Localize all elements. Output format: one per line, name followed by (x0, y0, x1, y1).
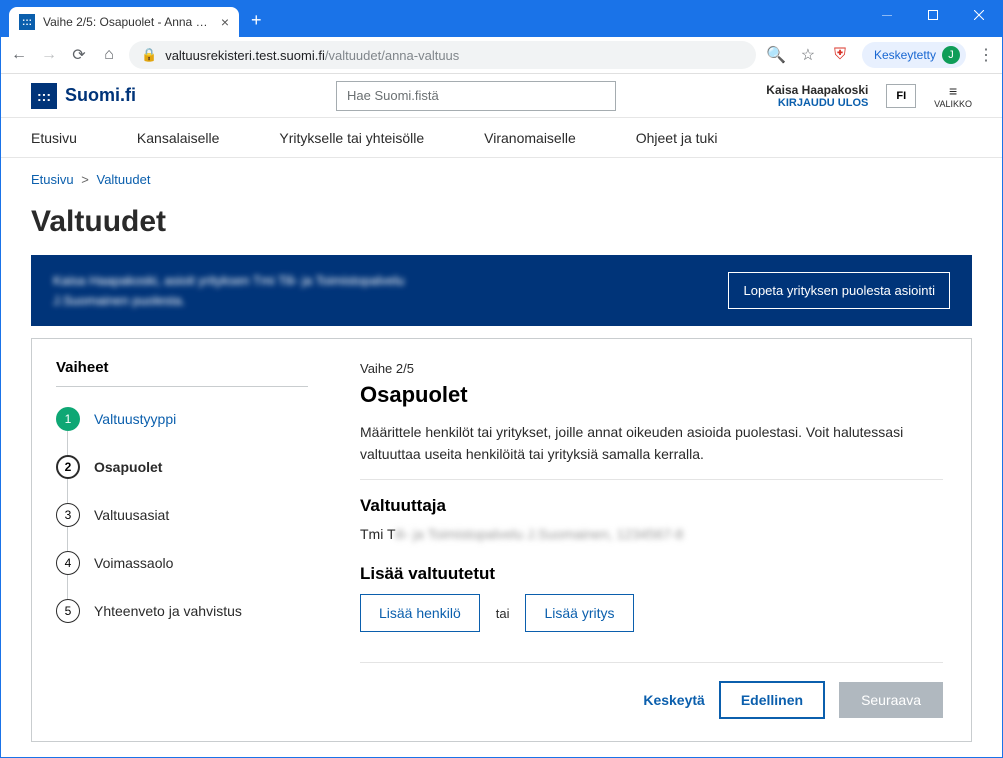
section-description: Määrittele henkilöt tai yritykset, joill… (360, 422, 943, 465)
address-bar[interactable]: 🔒 valtuusrekisteri.test.suomi.fi/valtuud… (129, 41, 756, 69)
user-name: Kaisa Haapakoski (766, 83, 868, 97)
logout-link[interactable]: KIRJAUDU ULOS (766, 97, 868, 109)
shield-icon[interactable]: ⛨ (830, 45, 850, 65)
step-2[interactable]: 2 Osapuolet (56, 455, 308, 479)
minimize-button[interactable] (864, 1, 910, 29)
nav-ohjeet[interactable]: Ohjeet ja tuki (636, 130, 718, 146)
step-5[interactable]: 5 Yhteenveto ja vahvistus (56, 599, 308, 623)
menu-button[interactable]: ≡ VALIKKO (934, 83, 972, 109)
add-company-button[interactable]: Lisää yritys (525, 594, 633, 632)
step-1[interactable]: 1 Valtuustyyppi (56, 407, 308, 431)
site-nav: Etusivu Kansalaiselle Yritykselle tai yh… (1, 118, 1002, 158)
user-block: Kaisa Haapakoski KIRJAUDU ULOS (766, 83, 868, 109)
logo-text: Suomi.fi (65, 85, 136, 106)
language-selector[interactable]: FI (886, 84, 916, 108)
reload-button[interactable]: ⟳ (69, 45, 89, 65)
zoom-icon[interactable]: 🔍 (766, 45, 786, 65)
search-placeholder: Hae Suomi.fistä (347, 88, 439, 103)
breadcrumb-current[interactable]: Valtuudet (96, 172, 150, 187)
lock-icon: 🔒 (141, 47, 157, 63)
section-title: Osapuolet (360, 382, 943, 408)
paused-label: Keskeytetty (874, 48, 936, 62)
cancel-button[interactable]: Keskeytä (643, 692, 705, 708)
url-path: /valtuudet/anna-valtuus (325, 48, 459, 63)
browser-window: ::: Vaihe 2/5: Osapuolet - Anna valt × +… (0, 0, 1003, 758)
nav-etusivu[interactable]: Etusivu (31, 130, 77, 146)
browser-tab[interactable]: ::: Vaihe 2/5: Osapuolet - Anna valt × (9, 7, 239, 37)
steps-column: Vaiheet 1 Valtuustyyppi 2 Osapuolet 3 Va… (32, 339, 332, 741)
acting-on-behalf-banner: Kaisa Haapakoski, asioit yrityksen Tmi T… (31, 255, 972, 326)
star-icon[interactable]: ☆ (798, 45, 818, 65)
url-bar: ← → ⟳ ⌂ 🔒 valtuusrekisteri.test.suomi.fi… (1, 37, 1002, 74)
previous-button[interactable]: Edellinen (719, 681, 825, 719)
browser-menu-button[interactable]: ⋮ (978, 45, 994, 65)
grantor-value: Tmi Tili- ja Toimistopalvelu J.Suomainen… (360, 526, 943, 542)
step-3[interactable]: 3 Valtuusasiat (56, 503, 308, 527)
divider (360, 479, 943, 480)
window-controls (864, 1, 1002, 29)
maximize-button[interactable] (910, 1, 956, 29)
page-viewport[interactable]: ::: Suomi.fi Hae Suomi.fistä Kaisa Haapa… (1, 74, 1002, 757)
step-indicator: Vaihe 2/5 (360, 361, 943, 376)
nav-viranomaiselle[interactable]: Viranomaiselle (484, 130, 576, 146)
wizard-card: Vaiheet 1 Valtuustyyppi 2 Osapuolet 3 Va… (31, 338, 972, 742)
back-button[interactable]: ← (9, 45, 29, 65)
add-heading: Lisää valtuutetut (360, 564, 943, 584)
tab-title: Vaihe 2/5: Osapuolet - Anna valt (43, 15, 213, 29)
wizard-footer: Keskeytä Edellinen Seuraava (360, 662, 943, 719)
stop-acting-button[interactable]: Lopeta yrityksen puolesta asiointi (728, 272, 950, 309)
close-window-button[interactable] (956, 1, 1002, 29)
banner-text: Kaisa Haapakoski, asioit yrityksen Tmi T… (53, 271, 404, 310)
tab-close-icon[interactable]: × (221, 14, 229, 30)
main-column: Vaihe 2/5 Osapuolet Määrittele henkilöt … (332, 339, 971, 741)
avatar: J (942, 46, 960, 64)
grantor-heading: Valtuuttaja (360, 496, 943, 516)
nav-yritykselle[interactable]: Yritykselle tai yhteisölle (279, 130, 424, 146)
content: Etusivu > Valtuudet Valtuudet Kaisa Haap… (1, 158, 1002, 757)
breadcrumb: Etusivu > Valtuudet (31, 172, 972, 187)
search-input[interactable]: Hae Suomi.fistä (336, 81, 616, 111)
nav-kansalaiselle[interactable]: Kansalaiselle (137, 130, 220, 146)
next-button[interactable]: Seuraava (839, 682, 943, 718)
step-4[interactable]: 4 Voimassaolo (56, 551, 308, 575)
page-title: Valtuudet (31, 205, 972, 239)
favicon: ::: (19, 14, 35, 30)
forward-button[interactable]: → (39, 45, 59, 65)
home-button[interactable]: ⌂ (99, 45, 119, 65)
steps-title: Vaiheet (56, 359, 308, 387)
profile-paused[interactable]: Keskeytetty J (862, 42, 966, 68)
logo-icon: ::: (31, 83, 57, 109)
site-header: ::: Suomi.fi Hae Suomi.fistä Kaisa Haapa… (1, 74, 1002, 118)
or-label: tai (496, 606, 510, 621)
title-bar: ::: Vaihe 2/5: Osapuolet - Anna valt × + (1, 1, 1002, 37)
url-host: valtuusrekisteri.test.suomi.fi (165, 48, 325, 63)
new-tab-button[interactable]: + (251, 10, 262, 31)
add-person-button[interactable]: Lisää henkilö (360, 594, 480, 632)
site-logo[interactable]: ::: Suomi.fi (31, 83, 136, 109)
add-row: Lisää henkilö tai Lisää yritys (360, 594, 943, 632)
breadcrumb-home[interactable]: Etusivu (31, 172, 74, 187)
